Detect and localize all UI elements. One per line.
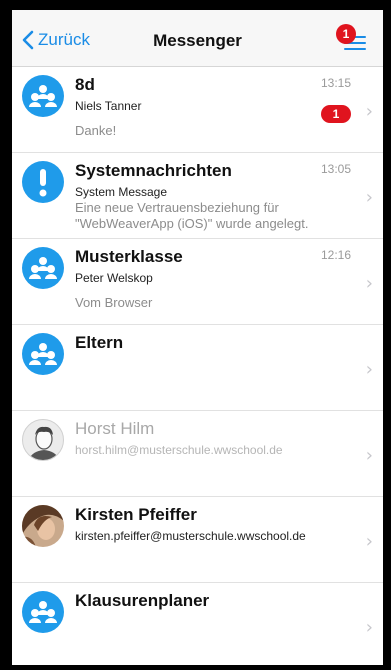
conversation-name: Eltern	[75, 333, 124, 352]
back-label: Zurück	[38, 30, 90, 49]
contact-email: horst.hilm@musterschule.wwschool.de	[75, 443, 283, 457]
notification-badge: 1	[336, 24, 356, 44]
menu-button[interactable]: 1	[336, 24, 370, 58]
hamburger-icon-line	[344, 48, 366, 50]
conversation-row-kirsten-pfeiffer[interactable]: Kirsten Pfeiffer kirsten.pfeiffer@muster…	[12, 497, 383, 583]
message-preview-line: "WebWeaverApp (iOS)" wurde angelegt.	[75, 216, 309, 231]
conversation-name: Musterklasse	[75, 247, 183, 266]
timestamp: 13:05	[320, 162, 351, 176]
navigation-bar: Zurück Messenger 1	[12, 10, 383, 67]
person-placeholder-icon	[22, 419, 64, 461]
conversation-name: Klausurenplaner	[75, 591, 210, 610]
timestamp: 12:16	[320, 248, 351, 262]
message-preview: Vom Browser	[75, 295, 153, 310]
chevron-right-icon: ›	[365, 187, 373, 208]
conversation-row-horst-hilm[interactable]: Horst Hilm horst.hilm@musterschule.wwsch…	[12, 411, 383, 497]
timestamp: 13:15	[320, 76, 351, 90]
conversation-row-musterklasse[interactable]: Musterklasse Peter Welskop Vom Browser 1…	[12, 239, 383, 325]
chevron-left-icon	[22, 30, 34, 50]
group-icon	[22, 247, 64, 289]
contact-email: kirsten.pfeiffer@musterschule.wwschool.d…	[75, 529, 306, 543]
chevron-right-icon: ›	[365, 531, 373, 552]
chevron-right-icon: ›	[365, 273, 373, 294]
conversation-sender: Peter Welskop	[75, 271, 153, 285]
conversation-row-8d[interactable]: 8d Niels Tanner Danke! 13:15 1 ›	[12, 67, 383, 153]
back-button[interactable]: Zurück	[22, 30, 90, 50]
chevron-right-icon: ›	[365, 617, 373, 638]
exclamation-icon	[22, 161, 64, 203]
message-preview-line: Eine neue Vertrauensbeziehung für	[75, 200, 279, 215]
conversation-row-klausurenplaner[interactable]: Klausurenplaner ›	[12, 583, 383, 665]
conversation-name: Systemnachrichten	[75, 161, 232, 180]
contact-name: Kirsten Pfeiffer	[75, 505, 197, 524]
message-preview: Danke!	[75, 123, 117, 138]
messenger-screen: Zurück Messenger 1 8d Niels Tanner Danke…	[12, 10, 383, 665]
group-icon	[22, 333, 64, 375]
chevron-right-icon: ›	[365, 359, 373, 380]
conversation-sender: System Message	[75, 185, 168, 199]
message-preview: Eine neue Vertrauensbeziehung für "WebWe…	[75, 200, 308, 232]
conversation-row-systemnachrichten[interactable]: Systemnachrichten System Message Eine ne…	[12, 153, 383, 239]
chevron-right-icon: ›	[365, 445, 373, 466]
user-photo-avatar	[22, 505, 64, 547]
contact-name: Horst Hilm	[75, 419, 155, 438]
unread-badge: 1	[321, 105, 351, 123]
chevron-right-icon: ›	[365, 101, 373, 122]
conversation-list: 8d Niels Tanner Danke! 13:15 1 › Systemn…	[12, 67, 383, 665]
conversation-name: 8d	[75, 75, 95, 94]
conversation-row-eltern[interactable]: Eltern ›	[12, 325, 383, 411]
conversation-sender: Niels Tanner	[75, 99, 142, 113]
group-icon	[22, 75, 64, 117]
group-icon	[22, 591, 64, 633]
